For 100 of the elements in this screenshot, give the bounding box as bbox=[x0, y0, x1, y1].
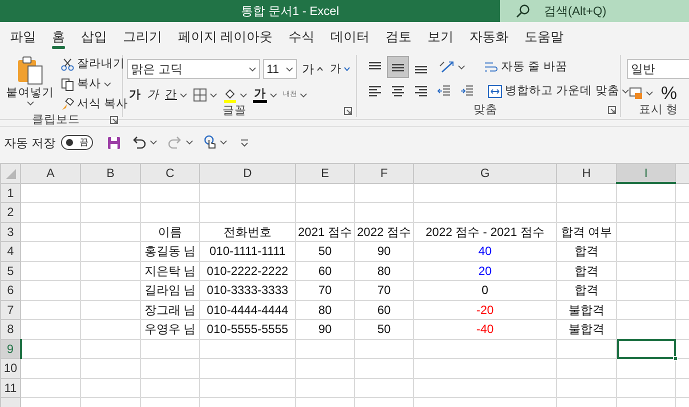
column-header[interactable]: D bbox=[200, 164, 296, 183]
ribbon-tab[interactable]: 자동화 bbox=[462, 22, 517, 52]
dialog-launcher-icon bbox=[110, 116, 118, 124]
group-label: 표시 형 bbox=[638, 103, 680, 117]
paste-button[interactable]: 붙여넣기 bbox=[4, 55, 56, 113]
ribbon-tab[interactable]: 페이지 레이아웃 bbox=[170, 22, 281, 52]
table-cell: 40 bbox=[414, 242, 556, 261]
selected-cell[interactable] bbox=[616, 339, 676, 358]
autosave-toggle[interactable]: 끔 bbox=[61, 135, 94, 150]
table-cell: 전화번호 bbox=[200, 222, 296, 242]
caret-icon bbox=[646, 90, 653, 96]
ribbon-tab[interactable]: 보기 bbox=[420, 22, 462, 52]
table-cell: 장그래 님 bbox=[140, 300, 200, 320]
align-left-icon bbox=[368, 84, 382, 98]
caret-icon bbox=[220, 140, 228, 145]
row-header[interactable]: 10 bbox=[0, 358, 20, 378]
column-header[interactable]: B bbox=[80, 164, 140, 183]
table-cell: 010-3333-3333 bbox=[200, 280, 296, 300]
table-cell: 80 bbox=[296, 300, 354, 320]
paint-bucket-icon bbox=[223, 88, 237, 102]
column-header[interactable]: A bbox=[20, 164, 80, 183]
orientation-button[interactable] bbox=[437, 59, 467, 75]
font-color-button[interactable]: 가 bbox=[251, 86, 279, 104]
row-header[interactable]: 11 bbox=[0, 378, 20, 398]
ribbon-tab[interactable]: 그리기 bbox=[115, 22, 170, 52]
accounting-format-button[interactable] bbox=[627, 85, 655, 101]
middle-align-button[interactable] bbox=[388, 57, 408, 77]
ribbon-tab[interactable]: 도움말 bbox=[516, 22, 572, 52]
grow-font-button[interactable]: 가 bbox=[300, 60, 325, 78]
caret-icon bbox=[286, 66, 293, 72]
borders-icon bbox=[193, 88, 207, 102]
group-label: 맞춤 bbox=[472, 103, 498, 117]
window-title: 통합 문서1 - Excel bbox=[240, 3, 339, 20]
row-header[interactable]: 8 bbox=[0, 320, 20, 339]
row-header[interactable]: 9 bbox=[0, 339, 20, 358]
column-header[interactable]: G bbox=[414, 164, 556, 183]
table-cell: 우영우 님 bbox=[140, 320, 200, 339]
caret-icon bbox=[26, 101, 34, 106]
italic-button[interactable]: 가 bbox=[145, 86, 161, 104]
redo-icon bbox=[167, 136, 184, 150]
scissors-icon bbox=[61, 58, 74, 70]
table-cell: 60 bbox=[354, 300, 414, 320]
merge-cells-icon bbox=[488, 84, 502, 98]
table-cell: 010-1111-1111 bbox=[200, 242, 296, 261]
table-cell: 2022 점수 - 2021 점수 bbox=[414, 222, 556, 242]
fill-color-button[interactable] bbox=[221, 86, 249, 104]
ribbon-tab[interactable]: 홈 bbox=[44, 22, 73, 52]
ribbon-tab[interactable]: 삽입 bbox=[73, 22, 115, 52]
dialog-launcher-icon bbox=[608, 106, 616, 114]
shrink-font-button[interactable]: 가 bbox=[328, 60, 352, 78]
merge-center-button[interactable]: 병합하고 가운데 맞춤 bbox=[486, 82, 632, 100]
table-cell: 지은탁 님 bbox=[140, 261, 200, 280]
align-center-icon bbox=[391, 84, 405, 98]
number-format-field[interactable]: 일반 bbox=[627, 59, 689, 79]
row-header[interactable]: 2 bbox=[0, 202, 20, 222]
search-field[interactable]: 검색(Alt+Q) bbox=[500, 0, 689, 22]
table-cell: 010-2222-2222 bbox=[200, 261, 296, 280]
column-header[interactable]: H bbox=[556, 164, 616, 183]
row-header[interactable]: 7 bbox=[0, 300, 20, 320]
table-cell: 80 bbox=[354, 261, 414, 280]
table-cell: -20 bbox=[414, 300, 556, 320]
wrap-text-button[interactable]: 자동 줄 바꿈 bbox=[482, 58, 570, 76]
column-header[interactable]: F bbox=[354, 164, 414, 183]
row-header[interactable]: 1 bbox=[0, 183, 20, 202]
table-cell: 합격 bbox=[556, 280, 616, 300]
table-cell: 70 bbox=[296, 280, 354, 300]
wrap-text-icon bbox=[484, 60, 498, 74]
underline-button[interactable]: 간 bbox=[163, 86, 189, 104]
column-header[interactable]: C bbox=[140, 164, 200, 183]
table-cell: 불합격 bbox=[556, 300, 616, 320]
table-cell: -40 bbox=[414, 320, 556, 339]
decrease-indent-icon bbox=[437, 84, 451, 98]
table-cell: 홍길동 님 bbox=[140, 242, 200, 261]
font-size-field[interactable]: 11 bbox=[262, 59, 297, 79]
ribbon-tab[interactable]: 검토 bbox=[378, 22, 420, 52]
clipboard-icon bbox=[16, 55, 44, 85]
row-header[interactable]: 6 bbox=[0, 280, 20, 300]
increase-indent-icon bbox=[460, 84, 474, 98]
percent-button[interactable]: % bbox=[661, 85, 678, 101]
row-header[interactable]: 3 bbox=[0, 222, 20, 242]
borders-button[interactable] bbox=[191, 87, 219, 103]
table-cell: 합격 bbox=[556, 242, 616, 261]
font-name-field[interactable]: 맑은 고딕 bbox=[127, 59, 260, 79]
ribbon-tab[interactable]: 데이터 bbox=[322, 22, 378, 52]
ribbon-tab[interactable]: 파일 bbox=[2, 22, 44, 52]
column-header[interactable]: I bbox=[616, 164, 676, 183]
caret-icon bbox=[622, 88, 630, 94]
caret-icon bbox=[240, 92, 247, 98]
table-cell: 길라임 님 bbox=[140, 280, 200, 300]
ribbon-tab[interactable]: 수식 bbox=[280, 22, 323, 52]
row-header[interactable]: 4 bbox=[0, 242, 20, 261]
table-cell: 010-4444-4444 bbox=[200, 300, 296, 320]
column-header[interactable]: E bbox=[296, 164, 354, 183]
table-cell: 70 bbox=[354, 280, 414, 300]
hand-pointer-icon bbox=[203, 134, 218, 150]
caret-icon bbox=[150, 140, 158, 145]
caret-icon bbox=[270, 92, 277, 98]
dropdown-icon bbox=[240, 138, 250, 146]
row-header[interactable]: 5 bbox=[0, 261, 20, 280]
search-icon bbox=[516, 4, 530, 18]
